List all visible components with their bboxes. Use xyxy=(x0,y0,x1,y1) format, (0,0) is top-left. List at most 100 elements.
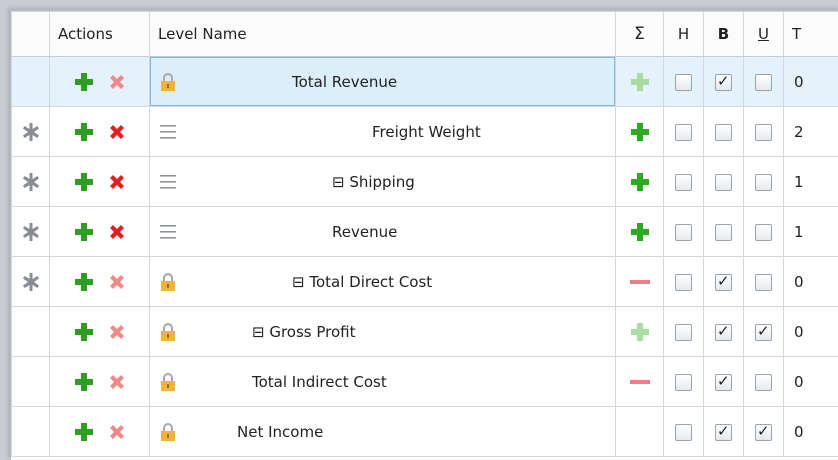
level-name-label: Gross Profit xyxy=(269,323,355,341)
table-row[interactable]: Net Income 0 xyxy=(12,407,838,457)
add-level-icon[interactable] xyxy=(74,422,94,442)
h-checkbox[interactable] xyxy=(675,174,692,191)
delete-level-icon[interactable] xyxy=(108,373,126,391)
b-checkbox[interactable] xyxy=(715,124,732,141)
b-checkbox[interactable] xyxy=(715,74,732,91)
row-marker-cell xyxy=(12,357,50,407)
b-checkbox[interactable] xyxy=(715,424,732,441)
lock-icon xyxy=(154,372,182,392)
h-cell xyxy=(664,307,704,357)
table-row[interactable]: ⊟ Total Direct Cost 0 xyxy=(12,257,838,307)
delete-level-icon[interactable] xyxy=(108,173,126,191)
row-marker-cell xyxy=(12,157,50,207)
delete-level-icon[interactable] xyxy=(108,423,126,441)
delete-level-icon[interactable] xyxy=(108,123,126,141)
asterisk-icon xyxy=(12,272,49,292)
sigma-cell[interactable] xyxy=(616,257,664,307)
u-checkbox[interactable] xyxy=(755,424,772,441)
sigma-cell[interactable] xyxy=(616,357,664,407)
add-level-icon[interactable] xyxy=(74,272,94,292)
add-level-icon[interactable] xyxy=(74,122,94,142)
header-t[interactable]: T xyxy=(784,12,838,57)
header-b[interactable]: B xyxy=(704,12,744,57)
delete-level-icon[interactable] xyxy=(108,273,126,291)
sigma-cell[interactable] xyxy=(616,57,664,107)
level-name-cell[interactable]: Revenue xyxy=(150,207,616,257)
table-row[interactable]: ⊟ Shipping1 xyxy=(12,157,838,207)
sigma-cell[interactable] xyxy=(616,107,664,157)
add-level-icon[interactable] xyxy=(74,222,94,242)
level-name-cell[interactable]: ⊟ Gross Profit xyxy=(150,307,616,357)
h-cell xyxy=(664,357,704,407)
drag-handle-icon[interactable] xyxy=(154,172,182,192)
table-row[interactable]: ⊟ Gross Profit0 xyxy=(12,307,838,357)
b-checkbox[interactable] xyxy=(715,324,732,341)
add-level-icon[interactable] xyxy=(74,322,94,342)
table-row[interactable]: Total Revenue0 xyxy=(12,57,838,107)
sigma-cell[interactable] xyxy=(616,407,664,457)
sigma-plus-icon[interactable] xyxy=(630,172,650,192)
u-checkbox[interactable] xyxy=(755,274,772,291)
b-checkbox[interactable] xyxy=(715,174,732,191)
delete-level-icon[interactable] xyxy=(108,223,126,241)
table-row[interactable]: Total Indirect Cost0 xyxy=(12,357,838,407)
sigma-cell[interactable] xyxy=(616,207,664,257)
sigma-plus-icon[interactable] xyxy=(630,322,650,342)
level-name-label: Net Income xyxy=(237,423,323,441)
b-checkbox[interactable] xyxy=(715,274,732,291)
h-checkbox[interactable] xyxy=(675,124,692,141)
header-h[interactable]: H xyxy=(664,12,704,57)
sigma-minus-icon[interactable] xyxy=(629,278,651,286)
u-checkbox[interactable] xyxy=(755,224,772,241)
level-name-cell[interactable]: Freight Weight xyxy=(150,107,616,157)
header-sigma[interactable]: Σ xyxy=(616,12,664,57)
header-row: Actions Level Name Σ H B U T xyxy=(12,12,838,57)
add-level-icon[interactable] xyxy=(74,72,94,92)
delete-level-icon[interactable] xyxy=(108,73,126,91)
h-checkbox[interactable] xyxy=(675,374,692,391)
add-level-icon[interactable] xyxy=(74,172,94,192)
h-checkbox[interactable] xyxy=(675,274,692,291)
delete-level-icon[interactable] xyxy=(108,323,126,341)
row-marker-cell xyxy=(12,307,50,357)
drag-handle-icon[interactable] xyxy=(154,222,182,242)
lock-icon xyxy=(154,272,182,292)
sigma-minus-icon[interactable] xyxy=(629,378,651,386)
add-level-icon[interactable] xyxy=(74,372,94,392)
h-checkbox[interactable] xyxy=(675,424,692,441)
collapse-toggle-icon[interactable]: ⊟ xyxy=(292,273,309,291)
t-value: 0 xyxy=(784,407,838,457)
table-row[interactable]: Revenue1 xyxy=(12,207,838,257)
level-name-cell[interactable]: Net Income xyxy=(150,407,616,457)
u-checkbox[interactable] xyxy=(755,374,772,391)
collapse-toggle-icon[interactable]: ⊟ xyxy=(332,173,349,191)
sigma-plus-icon[interactable] xyxy=(630,122,650,142)
t-value: 0 xyxy=(784,257,838,307)
h-checkbox[interactable] xyxy=(675,324,692,341)
header-level-name[interactable]: Level Name xyxy=(150,12,616,57)
table-row[interactable]: Freight Weight2 xyxy=(12,107,838,157)
b-checkbox[interactable] xyxy=(715,374,732,391)
header-actions[interactable]: Actions xyxy=(50,12,150,57)
sigma-cell[interactable] xyxy=(616,157,664,207)
header-u[interactable]: U xyxy=(744,12,784,57)
u-cell xyxy=(744,257,784,307)
level-name-cell[interactable]: ⊟ Total Direct Cost xyxy=(150,257,616,307)
level-name-cell[interactable]: Total Indirect Cost xyxy=(150,357,616,407)
sigma-cell[interactable] xyxy=(616,307,664,357)
level-grid-window: Actions Level Name Σ H B U T Total Reven… xyxy=(10,10,838,460)
sigma-plus-icon[interactable] xyxy=(630,222,650,242)
u-checkbox[interactable] xyxy=(755,74,772,91)
b-checkbox[interactable] xyxy=(715,224,732,241)
collapse-toggle-icon[interactable]: ⊟ xyxy=(252,323,269,341)
level-name-cell[interactable]: ⊟ Shipping xyxy=(150,157,616,207)
actions-cell xyxy=(50,307,150,357)
h-checkbox[interactable] xyxy=(675,74,692,91)
u-checkbox[interactable] xyxy=(755,174,772,191)
u-checkbox[interactable] xyxy=(755,324,772,341)
drag-handle-icon[interactable] xyxy=(154,122,182,142)
u-checkbox[interactable] xyxy=(755,124,772,141)
sigma-plus-icon[interactable] xyxy=(630,72,650,92)
level-name-cell[interactable]: Total Revenue xyxy=(150,57,616,107)
h-checkbox[interactable] xyxy=(675,224,692,241)
